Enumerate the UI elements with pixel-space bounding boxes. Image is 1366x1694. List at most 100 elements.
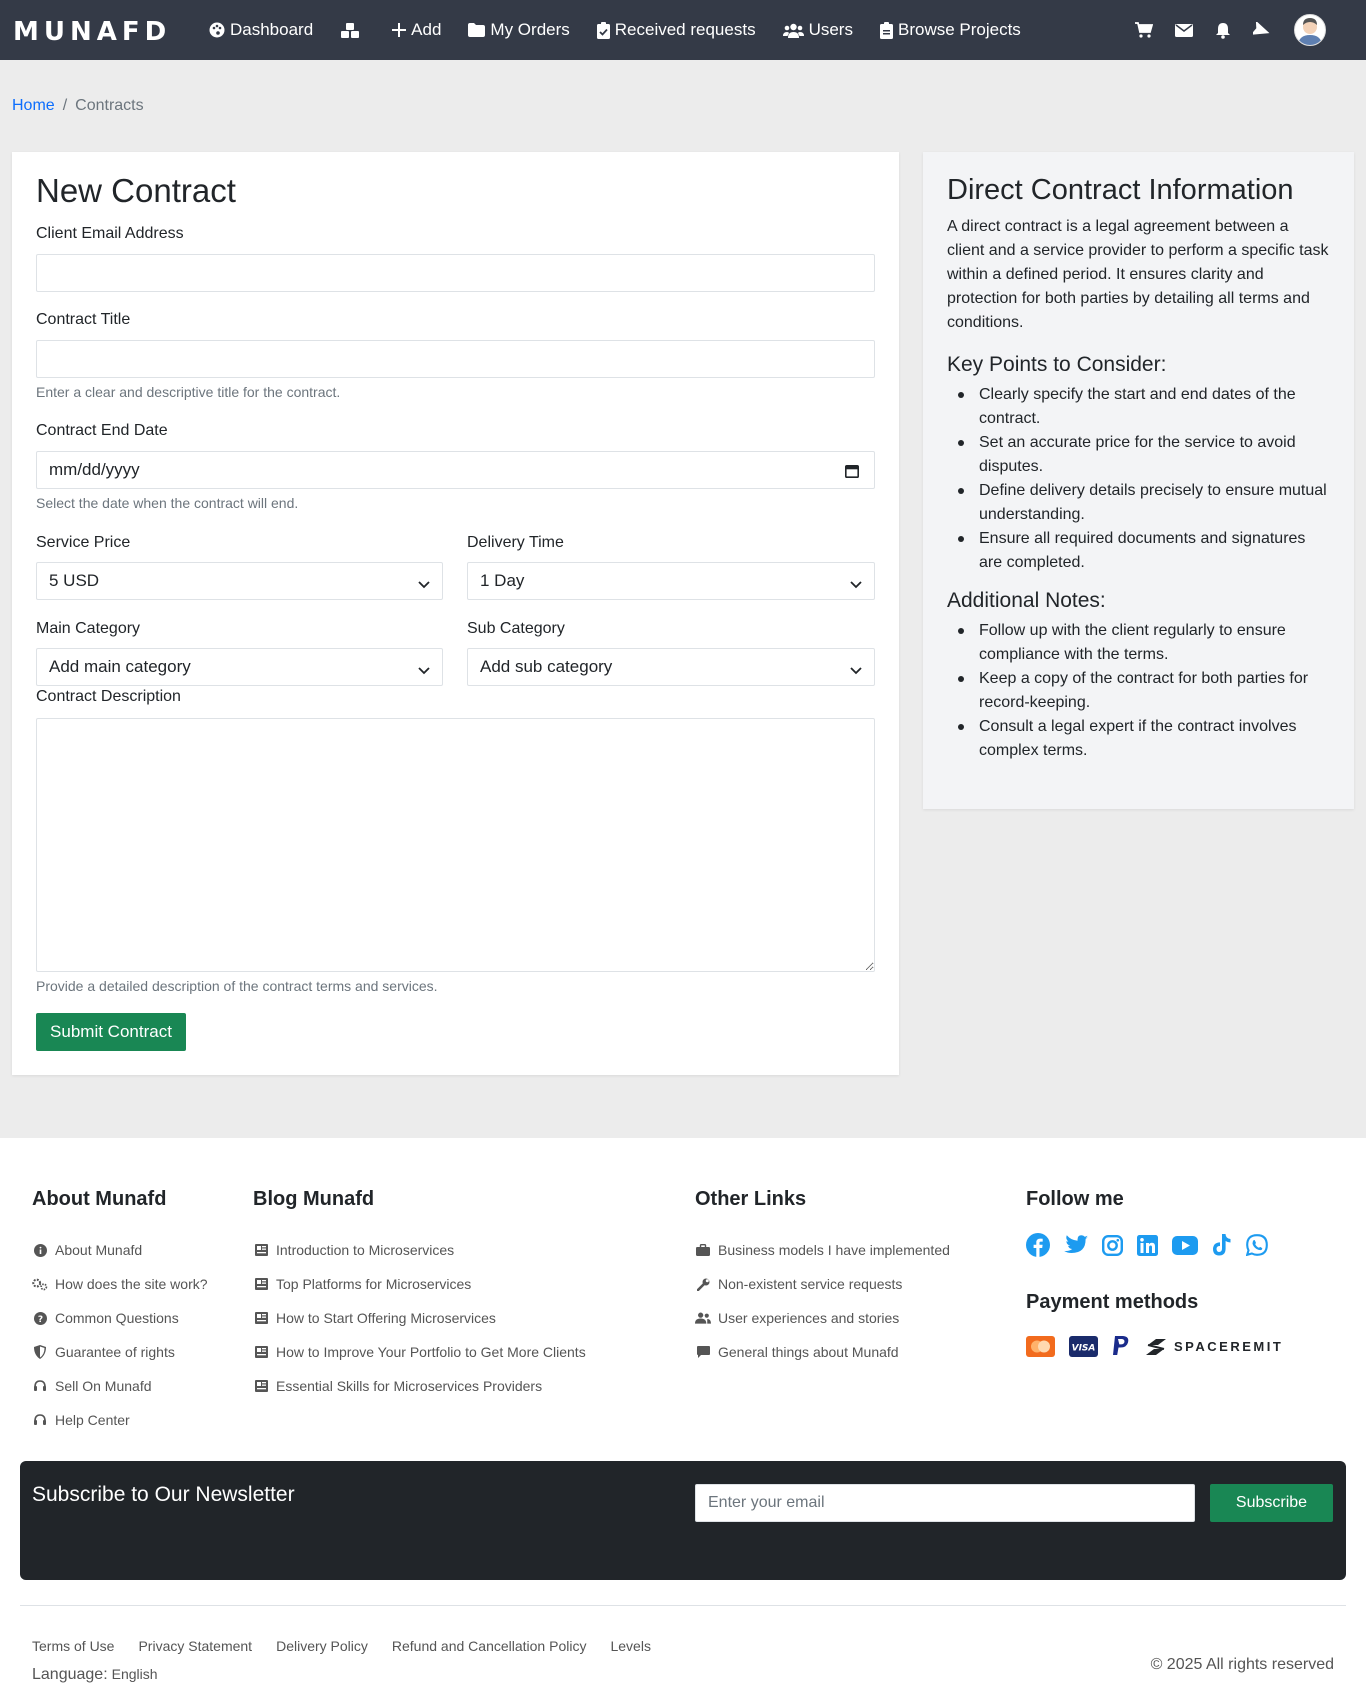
breadcrumb-current: Contracts [75,97,144,114]
footer-blog-title: Blog Munafd [253,1188,375,1210]
social-links [1026,1233,1297,1257]
footer-link-label: Non-existent service requests [718,1276,903,1292]
payment-methods: VISA SPACEREMIT [1026,1336,1297,1357]
chevron-down-icon [850,575,862,595]
cart-icon[interactable] [1135,22,1153,38]
wrench-icon [695,1278,711,1291]
nav-label: Received requests [614,20,756,39]
footer-link[interactable]: How to Improve Your Portfolio to Get Mor… [253,1335,586,1369]
footer-follow-title: Follow me [1026,1188,1124,1210]
footer-link[interactable]: How does the site work? [32,1267,208,1301]
footer-link[interactable]: Guarantee of rights [32,1335,208,1369]
comment-icon [695,1346,711,1358]
footer: About Munafd About Munafd How does the s… [0,1138,1366,1694]
end-date-input[interactable]: mm/dd/yyyy [36,451,875,489]
nav-item-add[interactable]: Add [392,20,441,40]
service-price-select[interactable]: 5 USD [36,562,443,600]
main-category-select[interactable]: Add main category [36,648,443,686]
plus-icon [392,23,407,37]
whatsapp-icon[interactable] [1246,1234,1268,1256]
list-item: Keep a copy of the contract for both par… [958,667,1330,715]
footer-link[interactable]: Business models I have implemented [695,1233,950,1267]
footer-link-label: Top Platforms for Microservices [276,1276,472,1292]
footer-link-label: Help Center [55,1412,130,1428]
footer-about-column: About Munafd About Munafd How does the s… [32,1188,208,1437]
newsletter-title: Subscribe to Our Newsletter [32,1483,295,1506]
footer-link[interactable]: Sell On Munafd [32,1369,208,1403]
nav-item-boxes[interactable] [340,22,365,39]
footer-link[interactable]: Essential Skills for Microservices Provi… [253,1369,586,1403]
footer-link-label: Common Questions [55,1310,179,1326]
legal-link-delivery[interactable]: Delivery Policy [276,1638,368,1654]
newsletter-email-input[interactable] [695,1484,1195,1522]
legal-link-privacy[interactable]: Privacy Statement [138,1638,252,1654]
nav-item-users[interactable]: Users [782,20,853,40]
new-contract-card: New Contract Client Email Address Contra… [12,152,899,1075]
newspaper-icon [253,1346,269,1358]
contract-title-input[interactable] [36,340,875,378]
footer-link-label: Business models I have implemented [718,1242,950,1258]
client-email-input[interactable] [36,254,875,292]
nav-item-my-orders[interactable]: My Orders [468,20,570,40]
calendar-icon[interactable] [845,463,859,483]
footer-link-label: Guarantee of rights [55,1344,175,1360]
legal-link-levels[interactable]: Levels [610,1638,650,1654]
footer-link[interactable]: User experiences and stories [695,1301,950,1335]
footer-link[interactable]: General things about Munafd [695,1335,950,1369]
contract-title-label: Contract Title [36,311,131,328]
folder-icon [468,23,486,37]
footer-other-column: Other Links Business models I have imple… [695,1188,950,1369]
newsletter-section: Subscribe to Our Newsletter Subscribe [20,1461,1346,1580]
twitter-icon[interactable] [1064,1235,1088,1255]
submit-contract-button[interactable]: Submit Contract [36,1013,186,1051]
spaceremit-logo: SPACEREMIT [1144,1338,1283,1356]
footer-link[interactable]: Help Center [32,1403,208,1437]
language-value[interactable]: English [112,1666,158,1682]
breadcrumb-home[interactable]: Home [12,97,55,114]
nav-label: My Orders [490,20,570,39]
svg-text:VISA: VISA [1072,1344,1096,1354]
footer-link[interactable]: Introduction to Microservices [253,1233,586,1267]
notes-list: Follow up with the client regularly to e… [947,619,1330,763]
bell-icon[interactable] [1215,22,1231,39]
info-intro: A direct contract is a legal agreement b… [947,218,1329,331]
sub-category-value: Add sub category [480,657,613,676]
nav-item-received-requests[interactable]: Received requests [596,20,756,40]
users-icon [695,1312,711,1324]
tiktok-icon[interactable] [1212,1234,1232,1256]
envelope-icon[interactable] [1175,23,1193,37]
delivery-time-select[interactable]: 1 Day [467,562,875,600]
subscribe-button[interactable]: Subscribe [1210,1484,1333,1522]
sub-category-label: Sub Category [467,620,565,637]
footer-link-label: About Munafd [55,1242,143,1258]
footer-link[interactable]: ? Common Questions [32,1301,208,1335]
footer-link-label: Introduction to Microservices [276,1242,455,1258]
list-item: Define delivery details precisely to ens… [958,479,1330,527]
linkedin-icon[interactable] [1137,1234,1158,1256]
sub-category-select[interactable]: Add sub category [467,648,875,686]
paper-plane-icon[interactable] [1253,21,1270,39]
nav-item-dashboard[interactable]: Dashboard [209,20,313,40]
brand-logo[interactable]: MUNAFD [13,17,171,47]
paypal-icon [1112,1336,1130,1357]
end-date-label: Contract End Date [36,422,168,439]
description-textarea[interactable] [36,718,875,972]
shield-icon [32,1345,48,1359]
nav-item-browse-projects[interactable]: Browse Projects [879,20,1021,40]
delivery-time-value: 1 Day [480,571,525,590]
legal-link-terms[interactable]: Terms of Use [32,1638,114,1654]
description-label: Contract Description [36,688,181,705]
footer-link[interactable]: Non-existent service requests [695,1267,950,1301]
footer-link[interactable]: About Munafd [32,1233,208,1267]
footer-link[interactable]: Top Platforms for Microservices [253,1267,586,1301]
avatar[interactable] [1294,14,1326,46]
footer-link-label: How does the site work? [55,1276,208,1292]
youtube-icon[interactable] [1172,1235,1198,1255]
legal-link-refund[interactable]: Refund and Cancellation Policy [392,1638,587,1654]
chevron-down-icon [850,661,862,681]
info-circle-icon [32,1243,48,1257]
instagram-icon[interactable] [1102,1234,1123,1256]
nav-label: Add [411,20,442,39]
footer-link[interactable]: How to Start Offering Microservices [253,1301,586,1335]
facebook-icon[interactable] [1026,1233,1050,1257]
